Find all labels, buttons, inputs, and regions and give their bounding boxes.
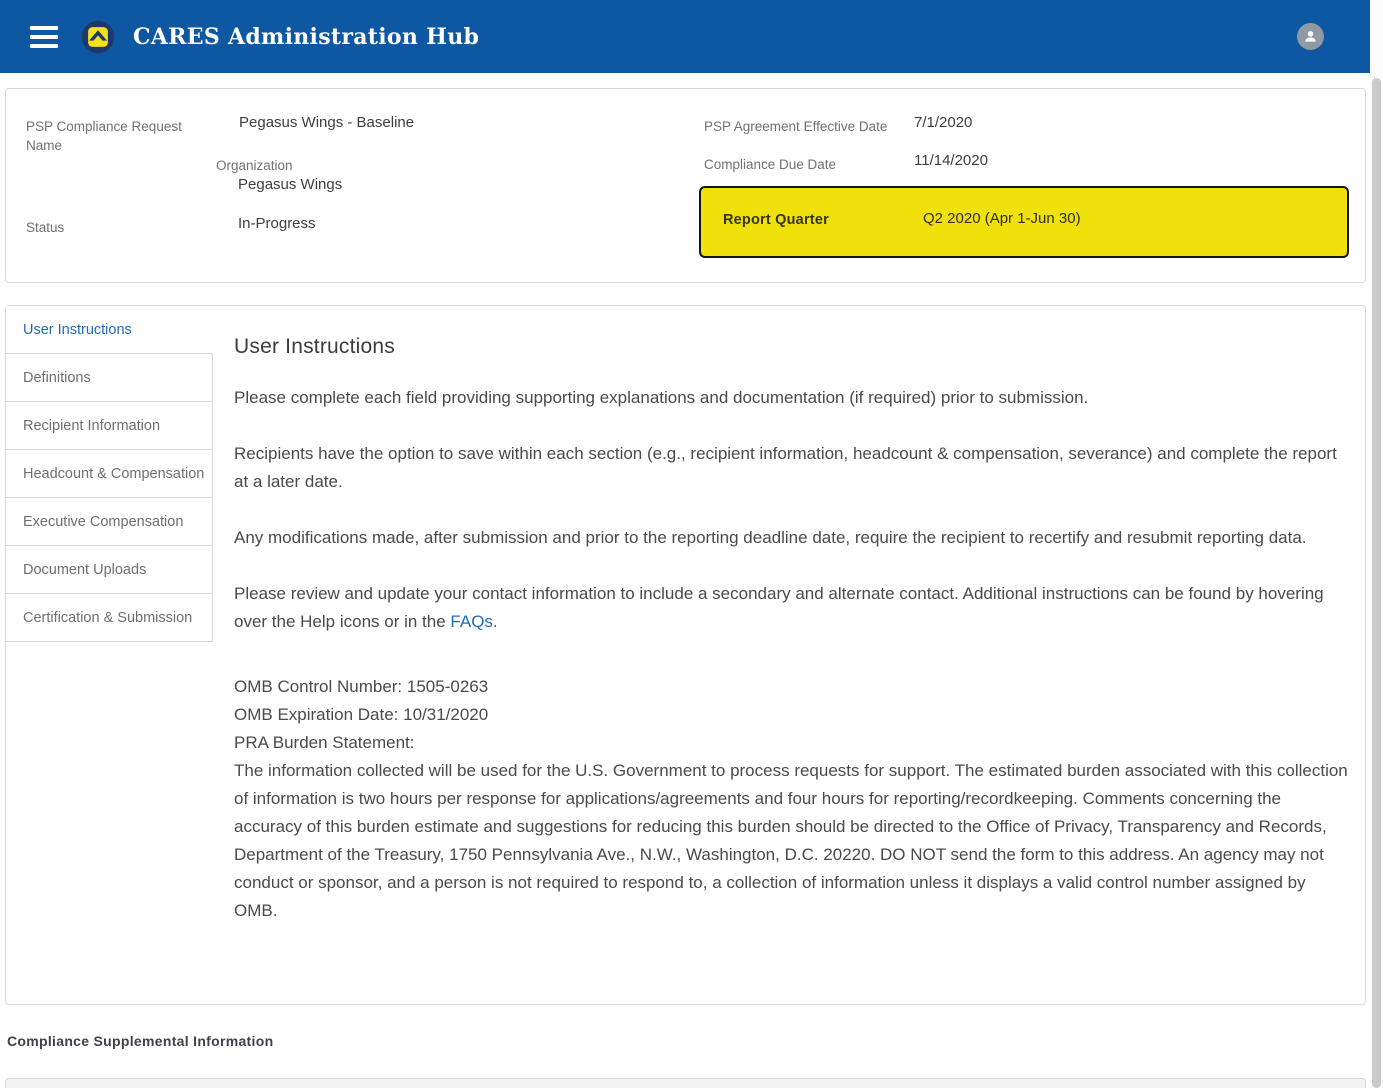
status-value: In-Progress bbox=[238, 215, 316, 232]
omb-expiration-date: OMB Expiration Date: 10/31/2020 bbox=[234, 705, 488, 724]
instruction-paragraph-1: Please complete each field providing sup… bbox=[234, 384, 1349, 412]
instruction-paragraph-4-period: . bbox=[493, 612, 498, 631]
compliance-supplemental-heading: Compliance Supplemental Information bbox=[7, 1033, 273, 1049]
due-date-label: Compliance Due Date bbox=[704, 155, 836, 174]
pra-burden-label: PRA Burden Statement: bbox=[234, 733, 415, 752]
status-label: Status bbox=[26, 218, 64, 237]
scrollbar-thumb[interactable] bbox=[1372, 78, 1381, 1088]
report-form-panel: User Instructions Definitions Recipient … bbox=[5, 305, 1366, 1005]
instruction-paragraph-2: Recipients have the option to save withi… bbox=[234, 440, 1349, 496]
effective-date-value: 7/1/2020 bbox=[914, 114, 972, 131]
report-quarter-value: Q2 2020 (Apr 1-Jun 30) bbox=[923, 210, 1081, 227]
user-avatar-icon[interactable] bbox=[1297, 23, 1324, 50]
tab-certification-submission[interactable]: Certification & Submission bbox=[6, 594, 213, 642]
cares-logo-icon bbox=[80, 19, 116, 55]
instruction-paragraph-4-text: Please review and update your contact in… bbox=[234, 584, 1324, 631]
tab-definitions[interactable]: Definitions bbox=[6, 354, 213, 402]
section-tabs: User Instructions Definitions Recipient … bbox=[6, 306, 213, 642]
tab-headcount-compensation[interactable]: Headcount & Compensation bbox=[6, 450, 213, 498]
omb-pra-block: OMB Control Number: 1505-0263 OMB Expira… bbox=[234, 673, 1349, 925]
pra-burden-text: The information collected will be used f… bbox=[234, 761, 1348, 920]
tab-document-uploads[interactable]: Document Uploads bbox=[6, 546, 213, 594]
omb-control-number: OMB Control Number: 1505-0263 bbox=[234, 677, 488, 696]
page-scrollbar[interactable] bbox=[1370, 0, 1383, 1088]
tab-content: User Instructions Please complete each f… bbox=[234, 306, 1349, 1004]
psp-request-name-label: PSP Compliance Request Name bbox=[26, 117, 186, 155]
organization-label: Organization bbox=[216, 156, 293, 175]
instruction-paragraph-4: Please review and update your contact in… bbox=[234, 580, 1349, 636]
app-header: CARES Administration Hub bbox=[0, 0, 1370, 73]
tab-executive-compensation[interactable]: Executive Compensation bbox=[6, 498, 213, 546]
due-date-value: 11/14/2020 bbox=[914, 152, 988, 169]
page: CARES Administration Hub PSP Compliance … bbox=[0, 0, 1383, 1088]
organization-value: Pegasus Wings bbox=[238, 176, 342, 193]
psp-request-name-value: Pegasus Wings - Baseline bbox=[239, 114, 414, 131]
menu-icon[interactable] bbox=[30, 26, 58, 48]
instruction-paragraph-3: Any modifications made, after submission… bbox=[234, 524, 1349, 552]
report-quarter-label: Report Quarter bbox=[723, 212, 829, 228]
page-title: User Instructions bbox=[234, 335, 1349, 359]
app-title: CARES Administration Hub bbox=[133, 24, 479, 50]
report-quarter-box: Report Quarter Q2 2020 (Apr 1-Jun 30) bbox=[699, 186, 1349, 258]
compliance-supplemental-panel bbox=[5, 1078, 1366, 1088]
tab-recipient-information[interactable]: Recipient Information bbox=[6, 402, 213, 450]
tab-user-instructions[interactable]: User Instructions bbox=[6, 306, 213, 354]
compliance-summary-panel: PSP Compliance Request Name Pegasus Wing… bbox=[5, 88, 1366, 283]
faqs-link[interactable]: FAQs bbox=[450, 612, 493, 631]
effective-date-label: PSP Agreement Effective Date bbox=[704, 117, 887, 136]
